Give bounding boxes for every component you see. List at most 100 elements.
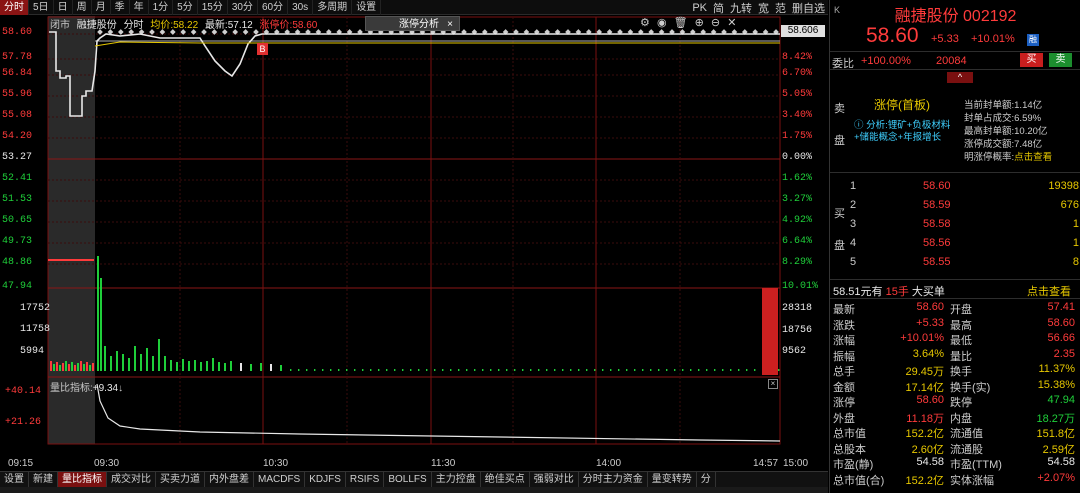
toolbar-right-item[interactable]: 九转 [727, 0, 755, 16]
volume-bar [546, 369, 548, 371]
order-book-row[interactable]: 1 58.60 19398 [830, 180, 1080, 196]
quote-row: 市盈(静) 54.58 市盈(TTM) 54.58 [830, 456, 1080, 471]
volume-axis-label-right: 9562 [782, 346, 807, 357]
toolbar-item[interactable]: 30s [288, 0, 314, 15]
premarket-volume-bar [83, 364, 85, 371]
close-icon[interactable]: ✕ [727, 17, 736, 29]
volume-bar [450, 369, 452, 371]
volume-bar [314, 369, 316, 371]
close-icon[interactable]: × [447, 17, 453, 32]
order-level: 3 [850, 218, 857, 230]
chart-canvas[interactable] [0, 16, 828, 475]
indicator-tab[interactable]: RSIFS [346, 471, 385, 488]
volume-axis-label: 17752 [20, 303, 51, 314]
indicator-tab[interactable]: 买卖力道 [156, 471, 205, 488]
time-label: 11:30 [431, 458, 456, 469]
indicator-tab[interactable]: MACDFS [254, 471, 306, 488]
toolbar-item[interactable]: 1分 [149, 0, 174, 15]
indicator-tab[interactable]: KDJFS [305, 471, 346, 488]
big-buy-link[interactable]: 点击查看 [1027, 283, 1071, 299]
pct-axis-label: 1.75% [782, 131, 813, 142]
volume-bar [698, 369, 700, 371]
quote-row: 涨跌 +5.33 最高 58.60 [830, 317, 1080, 332]
volume-bar [250, 364, 252, 371]
limit-value: 58.60 [292, 20, 318, 31]
order-volume: 19398 [1048, 180, 1079, 192]
toolbar-item[interactable]: 周 [73, 0, 92, 15]
toolbar-item[interactable]: 设置 [352, 0, 382, 15]
volume-bar [270, 364, 272, 371]
order-book-row[interactable]: 5 58.55 8 [830, 256, 1080, 272]
volume-bar [458, 369, 460, 371]
tab-limit-analysis[interactable]: 涨停分析 × [365, 16, 460, 31]
indicator-tab[interactable]: 强弱对比 [530, 471, 579, 488]
limit-stat-label: 明涨停概率: [964, 152, 1015, 163]
buy-button[interactable]: 买 [1020, 53, 1043, 67]
chevron-down-icon[interactable]: ↓ [118, 383, 123, 394]
toolbar-item[interactable]: 月 [92, 0, 111, 15]
sell-button[interactable]: 卖 [1049, 53, 1072, 67]
volume-bar [306, 369, 308, 371]
volume-bar [514, 369, 516, 371]
volume-bar [100, 278, 102, 371]
pct-axis-label: 8.42% [782, 52, 813, 63]
indicator-tab[interactable]: 量变转势 [648, 471, 697, 488]
eye-icon[interactable]: ◉ [657, 17, 667, 29]
toolbar-right-item[interactable]: 删自选 [789, 0, 828, 16]
toolbar-right-item[interactable]: 宽 [755, 0, 772, 16]
intraday-chart[interactable]: 58.60 57.78 56.84 55.96 55.08 54.20 53.27 52.41… [0, 16, 828, 475]
indicator-close-button[interactable]: × [768, 379, 778, 389]
toolbar-item[interactable]: 多周期 [313, 0, 353, 15]
limit-stat-row: 明涨停概率:点击查看 [964, 149, 1052, 163]
toolbar-item[interactable]: 日 [54, 0, 73, 15]
indicator-tab[interactable]: 新建 [29, 471, 58, 488]
order-book-row[interactable]: 2 58.59 676 [830, 199, 1080, 215]
order-book-row[interactable]: 3 58.58 1 [830, 218, 1080, 234]
quote-label: 开盘 [950, 304, 972, 316]
toolbar-item[interactable]: 5分 [173, 0, 198, 15]
price-axis-label: 53.27 [2, 152, 33, 163]
order-book-row[interactable]: 4 58.56 1 [830, 237, 1080, 253]
limit-stat-value[interactable]: 点击查看 [1014, 152, 1052, 163]
quote-value: 2.60亿 [911, 443, 944, 456]
buy-signal-marker[interactable]: B [257, 43, 268, 55]
toolbar-item[interactable]: 5日 [29, 0, 54, 15]
order-volume: 1 [1072, 218, 1079, 230]
volume-bar [618, 369, 620, 371]
time-label: 09:15 [8, 458, 34, 469]
indicator-tab[interactable]: 主力控盘 [432, 471, 481, 488]
volume-bar [714, 369, 716, 371]
pct-axis-label: 4.92% [782, 215, 813, 226]
quote-label: 换手(实) [950, 381, 991, 394]
quote-label: 涨幅 [833, 335, 855, 347]
indicator-tab[interactable]: 分时主力资金 [579, 471, 648, 488]
toolbar-item[interactable]: 季 [111, 0, 130, 15]
add-icon[interactable]: ⊕ [695, 17, 704, 29]
toolbar-right-item[interactable]: 简 [710, 0, 727, 16]
volume-bar [176, 362, 178, 371]
settings-icon[interactable]: ⚙ [640, 17, 650, 29]
toolbar-right-item[interactable]: 范 [772, 0, 789, 16]
toolbar-right-item[interactable]: PK [689, 2, 710, 14]
limit-stat-row: 涨停成交额:7.48亿 [964, 136, 1042, 150]
indicator-tab[interactable]: 绝佳买点 [481, 471, 530, 488]
price-change: +5.33 [931, 33, 959, 45]
toolbar-item[interactable]: 年 [130, 0, 149, 15]
premarket-volume-bar [59, 365, 61, 371]
toolbar-item[interactable]: 分时 [0, 0, 29, 15]
minus-icon[interactable]: ⊖ [711, 17, 720, 29]
indicator-tab[interactable]: 成交对比 [107, 471, 156, 488]
volume-bar [706, 369, 708, 371]
indicator-tab[interactable]: 内外盘差 [205, 471, 254, 488]
quote-value: 17.14亿 [905, 381, 944, 394]
toolbar-item[interactable]: 15分 [198, 0, 228, 15]
collapse-caret-icon[interactable]: ^ [947, 72, 973, 83]
indicator-tab[interactable]: 设置 [0, 471, 29, 488]
toolbar-item[interactable]: 60分 [258, 0, 289, 15]
period-toolbar: 分时 5日日周月季年 1分 5分 15分 30分 60分 30s 多周期 设置 PK 简九转宽范删自选 [0, 0, 828, 15]
toolbar-item[interactable]: 30分 [228, 0, 258, 15]
indicator-tab[interactable]: 分 [697, 471, 716, 488]
trash-icon[interactable]: 🗑 [674, 17, 688, 29]
indicator-tab[interactable]: BOLLFS [384, 471, 432, 488]
indicator-tab[interactable]: 量比指标 [58, 471, 107, 488]
